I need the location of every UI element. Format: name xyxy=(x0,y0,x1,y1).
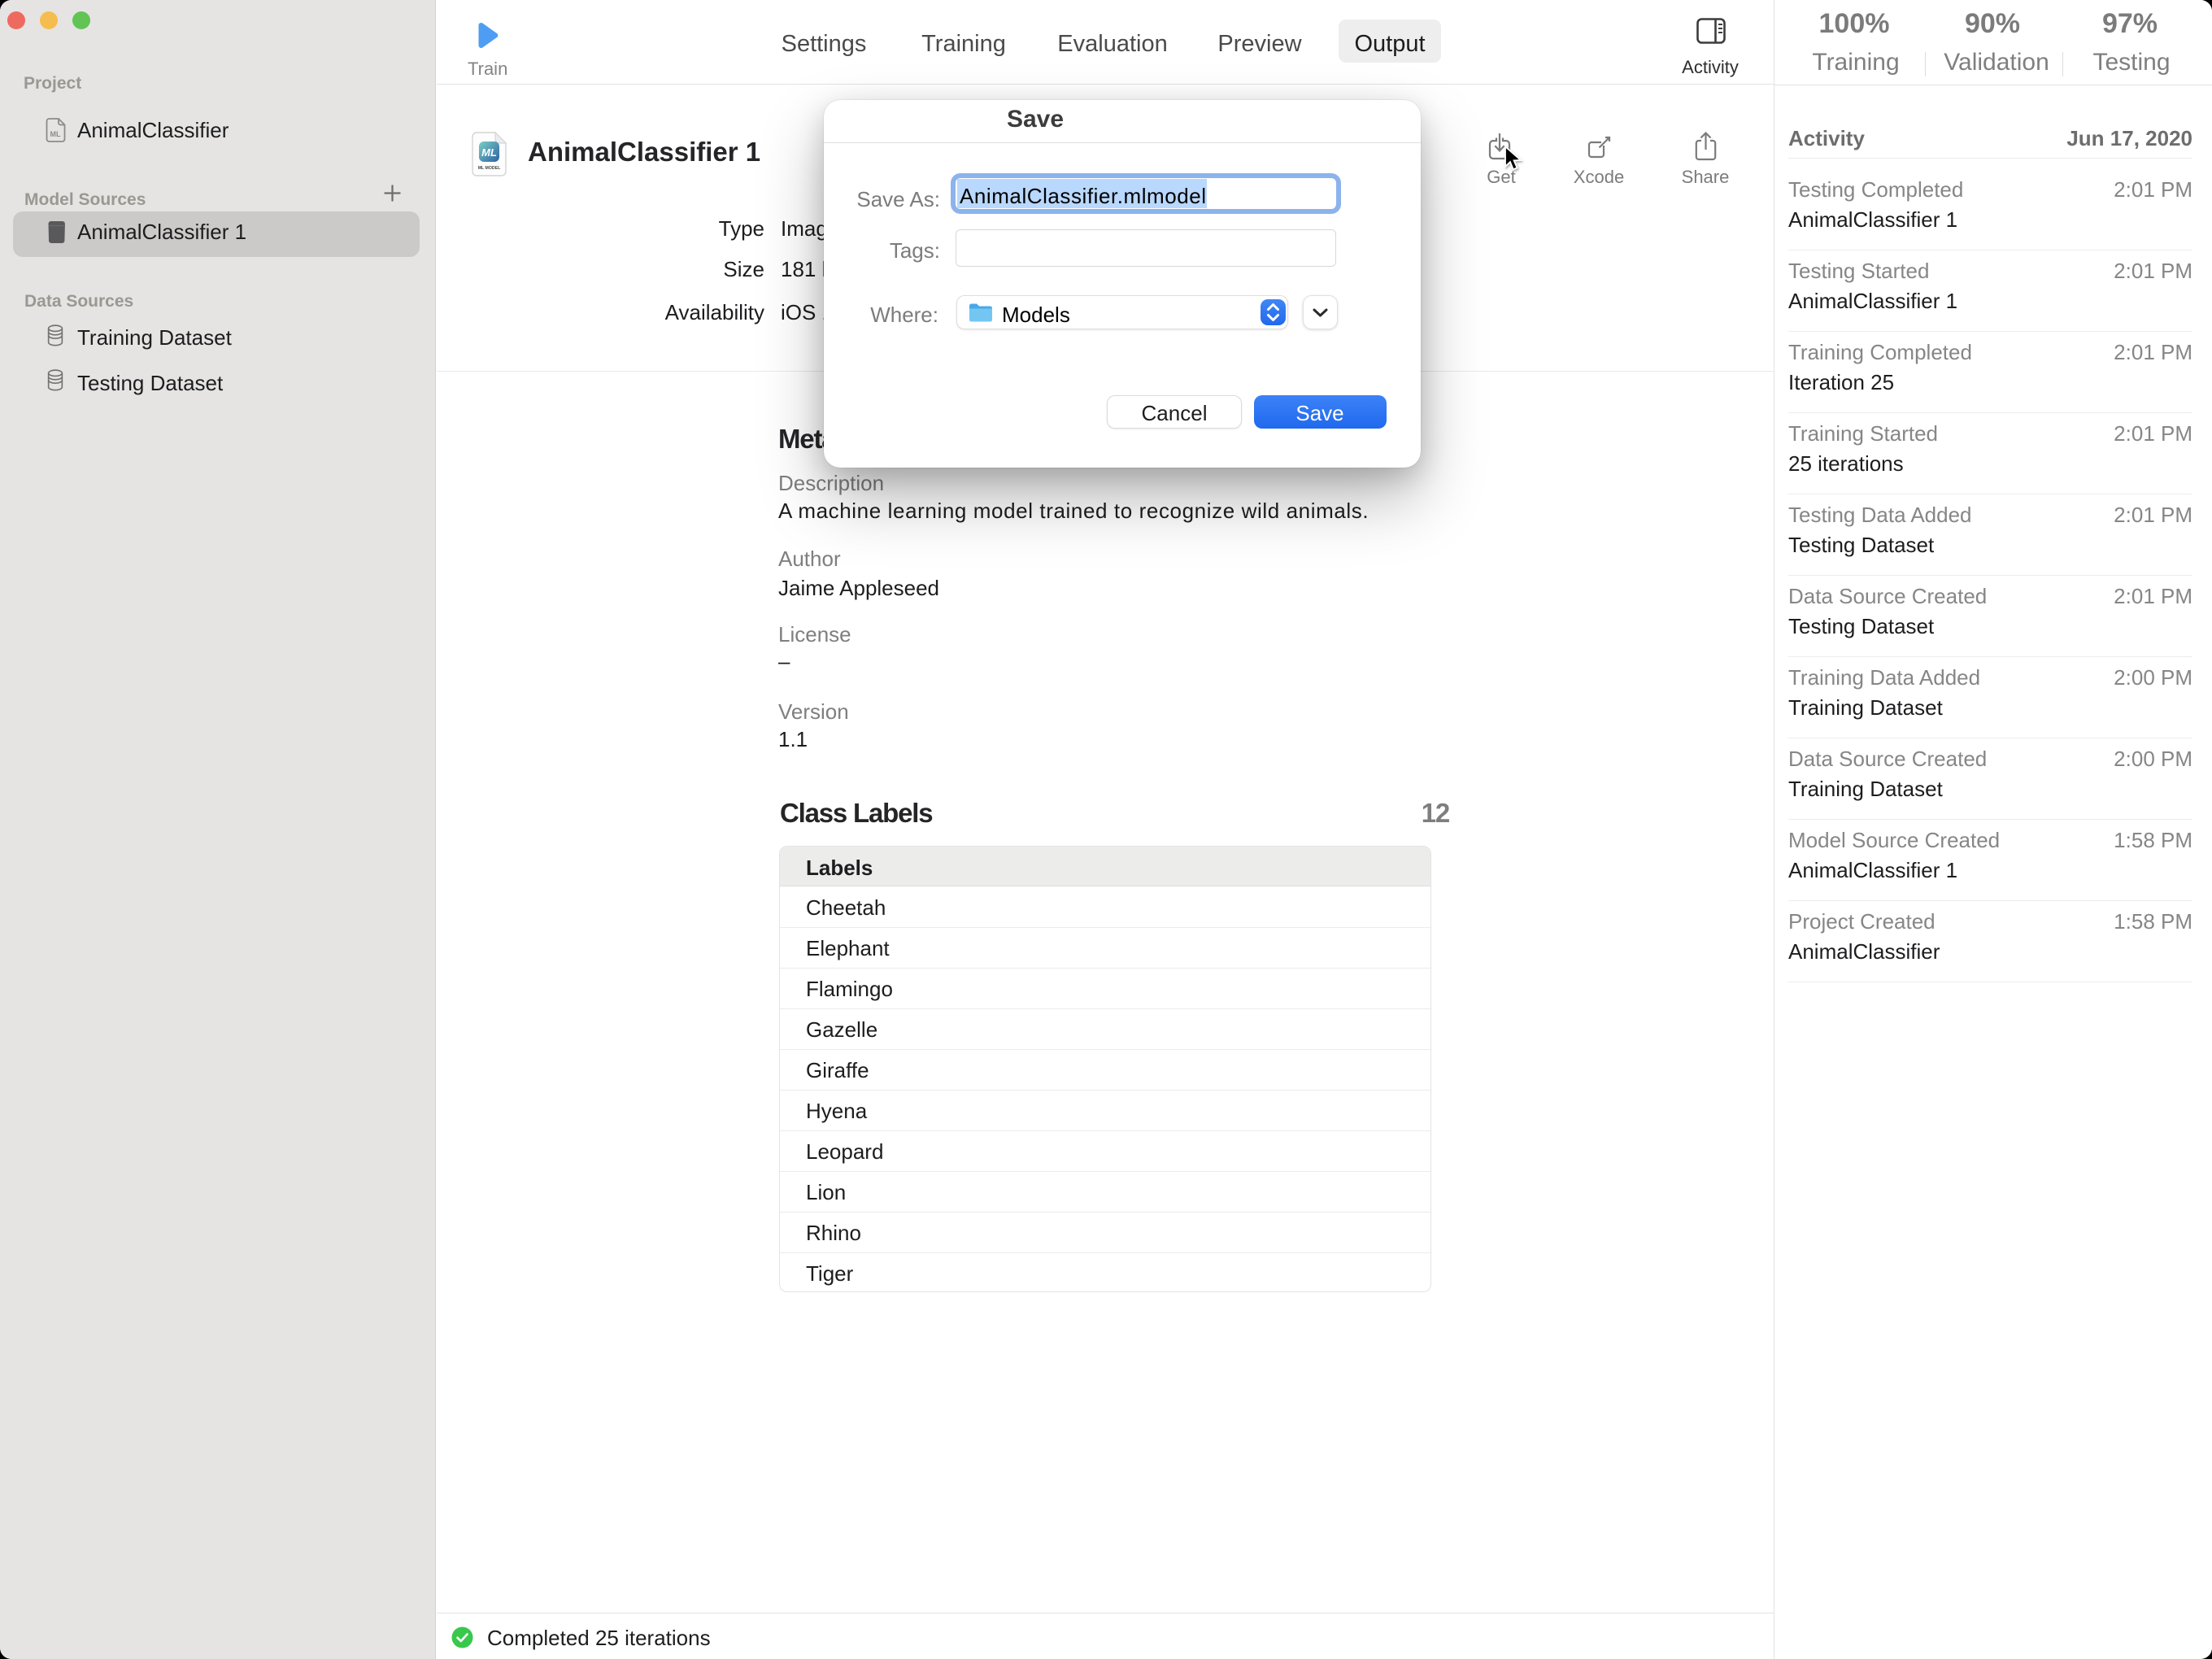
svg-text:ML: ML xyxy=(50,130,61,138)
svg-text:ML MODEL: ML MODEL xyxy=(478,166,501,171)
svg-text:ML: ML xyxy=(481,146,497,159)
